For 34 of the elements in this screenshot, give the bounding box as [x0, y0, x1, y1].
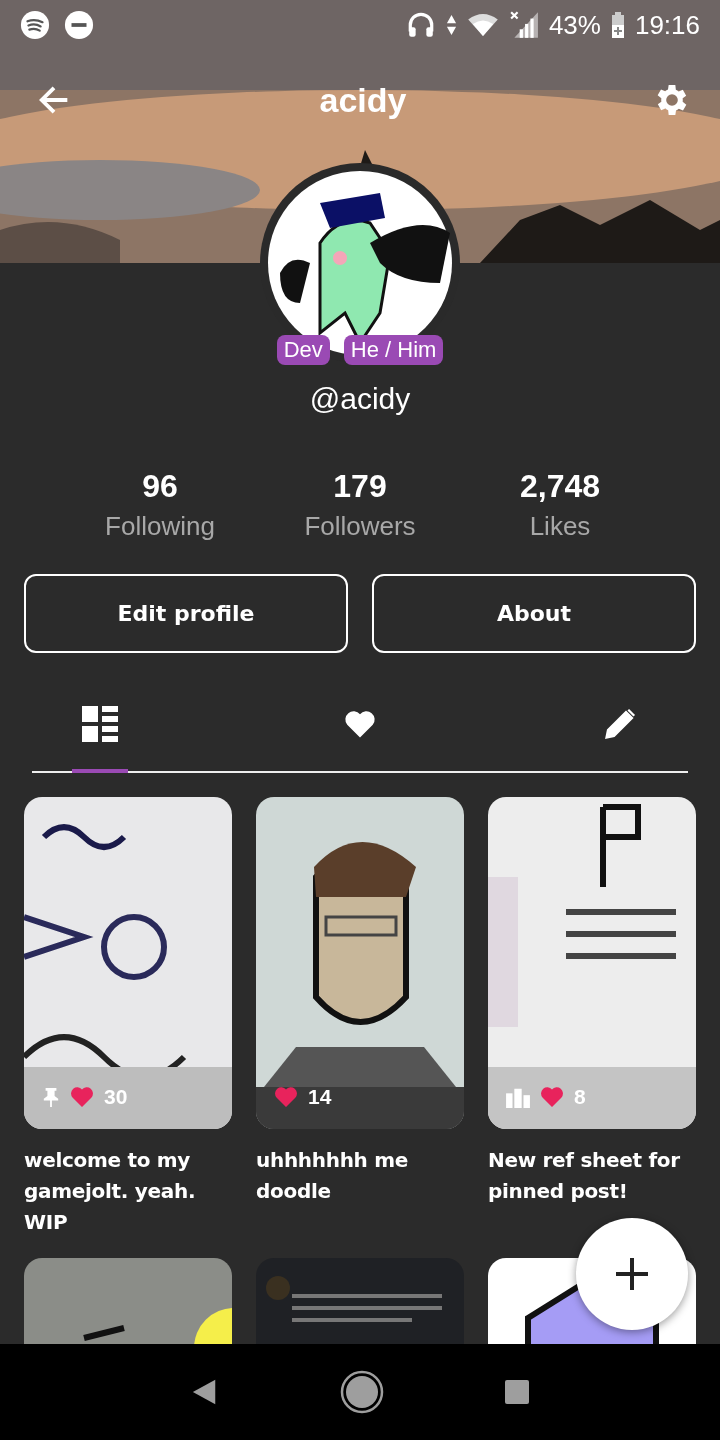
- stat-label[interactable]: Followers: [304, 511, 416, 542]
- stat-value: 96: [142, 468, 178, 505]
- stat-label[interactable]: Likes: [529, 511, 591, 542]
- music-app-icon: [20, 10, 50, 40]
- post-caption[interactable]: New ref sheet for pinned post!: [488, 1145, 696, 1207]
- data-arrows-icon: [445, 12, 457, 38]
- stat-value: 179: [333, 468, 387, 505]
- pencil-icon: [602, 706, 638, 742]
- signal-icon: [508, 10, 539, 40]
- outline-button[interactable]: About: [372, 574, 696, 653]
- like-count: 8: [574, 1085, 586, 1109]
- post-caption[interactable]: uhhhhhhh me doodle: [256, 1145, 464, 1207]
- plus-icon: [614, 1256, 650, 1292]
- profile-tag: He / Him: [343, 335, 444, 365]
- grid-icon: [82, 706, 118, 742]
- add-post-button[interactable]: [576, 1218, 688, 1330]
- clock: 19:16: [634, 9, 700, 41]
- like-count: 14: [308, 1085, 332, 1109]
- wifi-icon: [466, 13, 499, 37]
- profile-title: acidy: [319, 80, 407, 120]
- recents-nav-icon[interactable]: [505, 1380, 530, 1404]
- do-not-disturb-icon: [64, 10, 94, 40]
- username: @acidy: [309, 382, 411, 416]
- battery-percent: 43%: [548, 9, 601, 41]
- home-nav-icon[interactable]: [340, 1370, 384, 1414]
- heart-icon: [70, 1086, 94, 1108]
- post-caption[interactable]: welcome to my gamejolt. yeah. WIP: [24, 1145, 232, 1238]
- outline-button[interactable]: Edit profile: [24, 574, 348, 653]
- like-count: 30: [104, 1085, 128, 1109]
- profile-tag: Dev: [276, 335, 330, 365]
- stat-label[interactable]: Following: [105, 511, 215, 542]
- stat-value: 2,748: [519, 468, 601, 505]
- heart-icon: [274, 1086, 298, 1108]
- heart-icon: [540, 1086, 564, 1108]
